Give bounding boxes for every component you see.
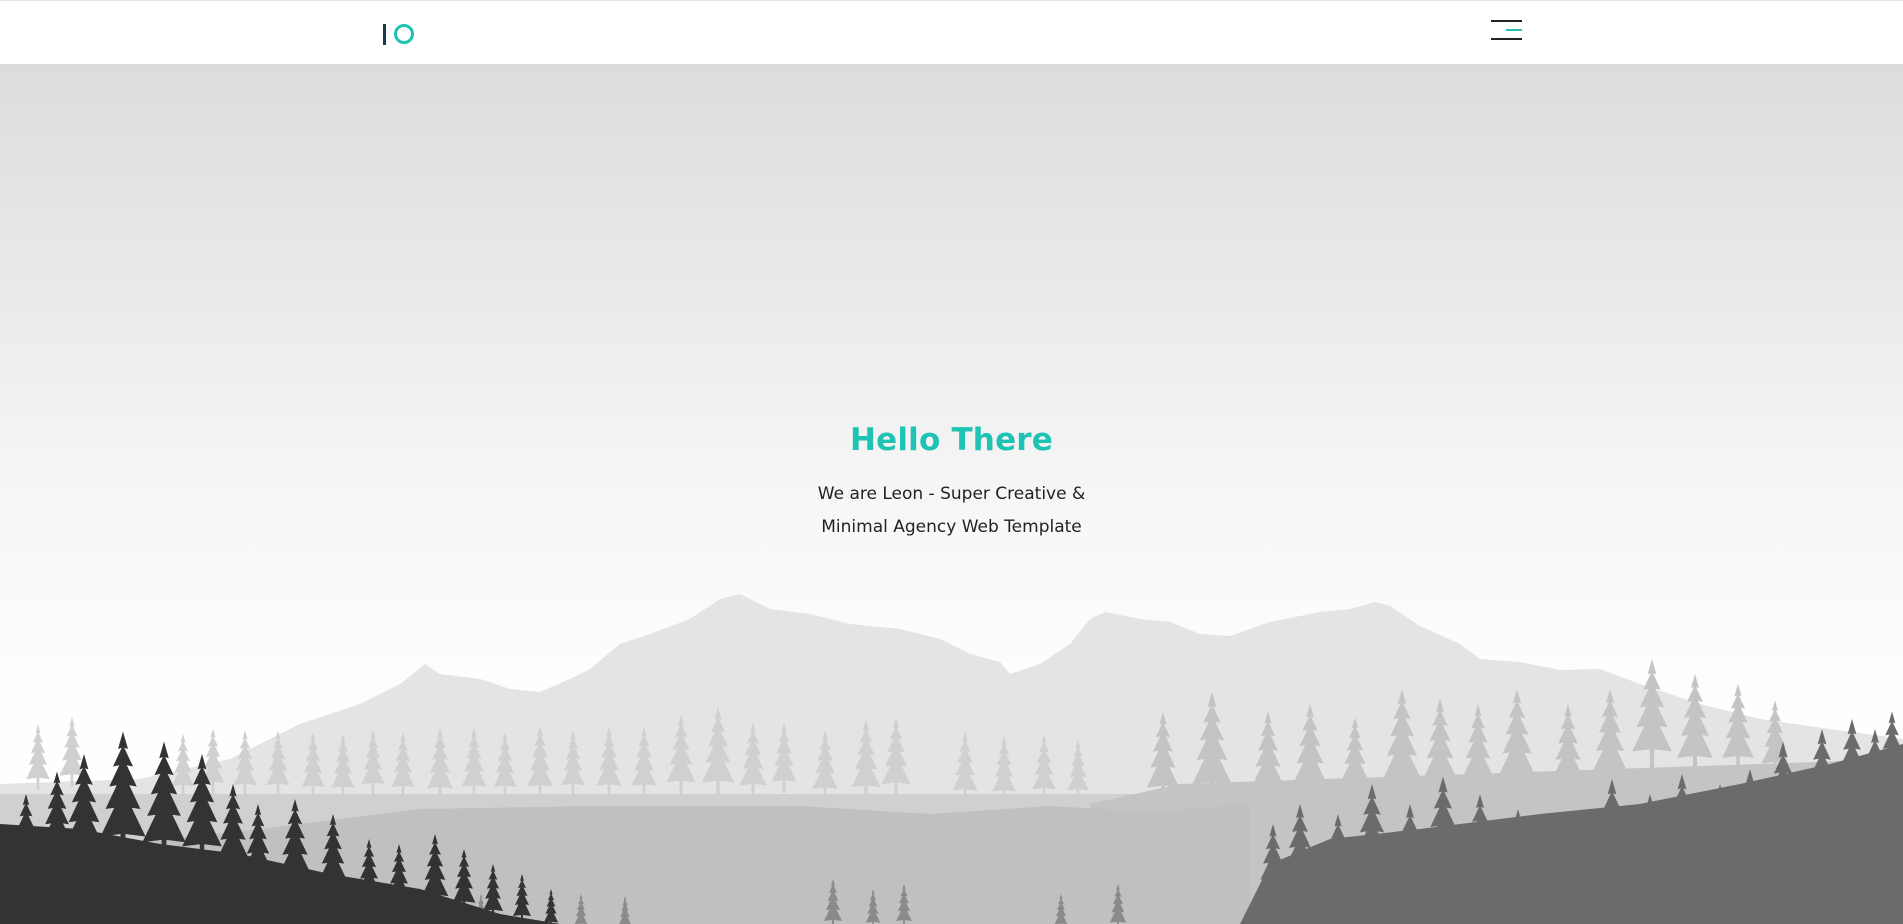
site-logo[interactable] [383, 23, 414, 45]
hero-section: Hello There We are Leon - Super Creative… [0, 64, 1903, 924]
menu-line-bottom [1491, 38, 1522, 40]
hero-title: Hello There [849, 422, 1054, 458]
hero-subtitle-line2: Minimal Agency Web Template [821, 517, 1082, 537]
hamburger-menu-icon[interactable] [1491, 20, 1522, 42]
logo-bar-icon [383, 23, 386, 45]
menu-line-top [1491, 20, 1522, 22]
mountain-forest-landscape [0, 594, 1903, 924]
hero-subtitle-line1: We are Leon - Super Creative & [817, 484, 1086, 504]
hero-subtitle: We are Leon - Super Creative & Minimal A… [0, 478, 1903, 544]
logo-ring-icon [394, 24, 414, 44]
page: Hello There We are Leon - Super Creative… [0, 0, 1903, 924]
site-header [0, 0, 1903, 64]
menu-line-middle [1506, 29, 1522, 31]
hero-text: Hello There We are Leon - Super Creative… [0, 422, 1903, 544]
